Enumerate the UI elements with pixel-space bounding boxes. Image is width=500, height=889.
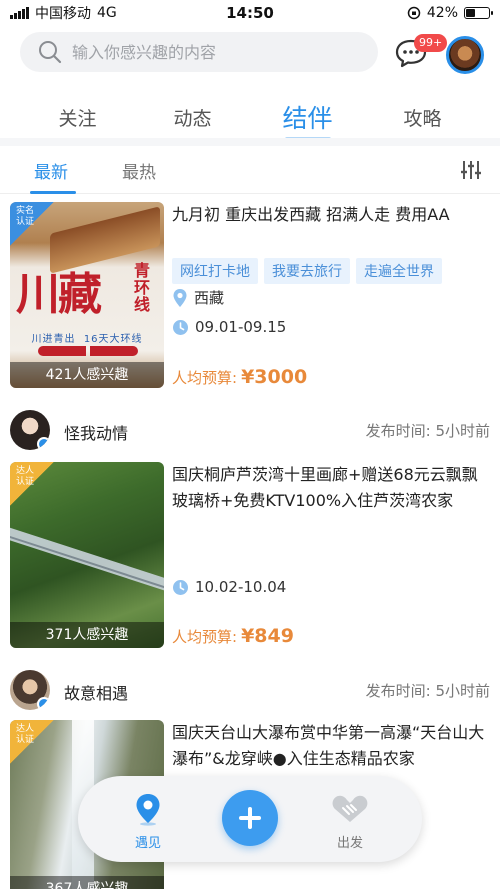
budget-label: 人均预算:: [172, 369, 238, 387]
interest-count: 421人感兴趣: [10, 362, 164, 388]
user-avatar[interactable]: [446, 36, 484, 74]
publish-time: 发布时间: 5小时前: [365, 682, 490, 700]
post-dates: 09.01-09.15: [172, 318, 286, 336]
sub-tabs: 最新 最热: [0, 148, 500, 194]
dates-text: 10.02-10.04: [195, 578, 287, 596]
budget: 人均预算: ¥3000: [172, 366, 307, 388]
poster-subtitle: 青环线: [134, 261, 151, 314]
author-avatar[interactable]: [10, 670, 50, 710]
expert-tag: 达人认证: [10, 462, 54, 506]
signal-icon: [10, 7, 29, 19]
search-icon: [39, 41, 62, 64]
budget-label: 人均预算:: [172, 628, 238, 646]
subtab-latest[interactable]: 最新: [34, 158, 68, 183]
main-tabs: 关注 动态 结伴 攻略: [0, 92, 500, 142]
subtab-hottest[interactable]: 最热: [122, 158, 156, 183]
nav-depart[interactable]: 出发: [320, 792, 380, 851]
post-author[interactable]: 怪我动情 发布时间: 5小时前: [10, 410, 490, 454]
nav-meet[interactable]: 遇见: [118, 792, 178, 851]
publish-time: 发布时间: 5小时前: [365, 422, 490, 440]
add-post-button[interactable]: [222, 790, 278, 846]
carrier-label: 中国移动: [35, 6, 91, 22]
tab-follow[interactable]: 关注: [33, 104, 123, 131]
post-title[interactable]: 九月初 重庆出发西藏 招满人走 费用AA: [172, 202, 490, 228]
status-left: 中国移动 4G: [10, 3, 117, 23]
post-author[interactable]: 故意相遇 发布时间: 5小时前: [10, 670, 490, 714]
verified-icon: [37, 437, 50, 450]
interest-count: 371人感兴趣: [10, 622, 164, 648]
tab-guides[interactable]: 攻略: [378, 104, 468, 131]
author-name[interactable]: 故意相遇: [64, 680, 128, 704]
nav-meet-label: 遇见: [134, 836, 161, 851]
location-text: 西藏: [194, 289, 225, 307]
status-bar: 中国移动 4G 14:50 42%: [0, 0, 500, 26]
tag-chip[interactable]: 我要去旅行: [264, 258, 350, 284]
poster-route: 川进青出 16天大环线: [10, 330, 164, 345]
network-label: 4G: [97, 5, 117, 21]
expert-tag-label: 达人认证: [15, 466, 34, 487]
tab-companion[interactable]: 结伴: [263, 99, 353, 141]
verified-tag-label: 实名认证: [15, 206, 34, 227]
nav-depart-label: 出发: [336, 836, 363, 851]
budget-amount: ¥3000: [241, 366, 308, 388]
expert-tag-label: 达人认证: [15, 724, 34, 745]
bottom-nav: 遇见 出发: [78, 776, 422, 862]
header: 99+: [0, 30, 500, 78]
poster-title: 川藏: [16, 269, 102, 320]
search-input[interactable]: [72, 42, 362, 62]
verified-tag: 实名认证: [10, 202, 54, 246]
location-pin-icon: [173, 288, 187, 307]
battery-percent: 42%: [426, 5, 458, 21]
status-right: 42%: [407, 5, 493, 21]
subtab-underline: [30, 191, 76, 194]
post-title[interactable]: 国庆天台山大瀑布赏中华第一高瀑“天台山大瀑布”&龙穿峡●入住生态精品农家: [172, 720, 490, 772]
message-badge: 99+: [414, 34, 448, 52]
divider: [0, 138, 500, 146]
battery-level: [466, 9, 476, 17]
location-pin-icon: [136, 794, 160, 826]
post-image[interactable]: 川藏 青环线 川进青出 16天大环线 实名认证 421人感兴趣: [10, 202, 164, 388]
filter-icon[interactable]: [460, 160, 482, 180]
author-name[interactable]: 怪我动情: [64, 420, 128, 444]
orientation-lock-icon: [407, 6, 421, 20]
post-location: 西藏: [172, 287, 224, 308]
poster-route-text: 川进青出: [31, 334, 76, 345]
search-bar[interactable]: [20, 32, 378, 72]
clock-icon: [173, 579, 188, 595]
post-title[interactable]: 国庆桐庐芦茨湾十里画廊+赠送68元云飘飘玻璃桥+免费KTV100%入住芦茨湾农家: [172, 462, 490, 514]
tag-chip[interactable]: 走遍全世界: [356, 258, 442, 284]
post-image[interactable]: 达人认证 371人感兴趣: [10, 462, 164, 648]
post-dates: 10.02-10.04: [172, 578, 286, 596]
budget-amount: ¥849: [241, 625, 294, 647]
post-tags: 网红打卡地 我要去旅行 走遍全世界: [172, 258, 442, 284]
tag-chip[interactable]: 网红打卡地: [172, 258, 258, 284]
poster-duration-text: 16天大环线: [83, 334, 143, 345]
budget: 人均预算: ¥849: [172, 625, 294, 647]
handshake-icon: [332, 795, 368, 822]
verified-icon: [37, 697, 50, 710]
battery-icon: [464, 7, 493, 19]
interest-count: 367人感兴趣: [10, 876, 164, 889]
tab-moments[interactable]: 动态: [148, 104, 238, 131]
author-avatar[interactable]: [10, 410, 50, 450]
clock-icon: [173, 319, 188, 335]
poster-stamps: [38, 346, 138, 356]
expert-tag: 达人认证: [10, 720, 54, 764]
dates-text: 09.01-09.15: [195, 318, 287, 336]
